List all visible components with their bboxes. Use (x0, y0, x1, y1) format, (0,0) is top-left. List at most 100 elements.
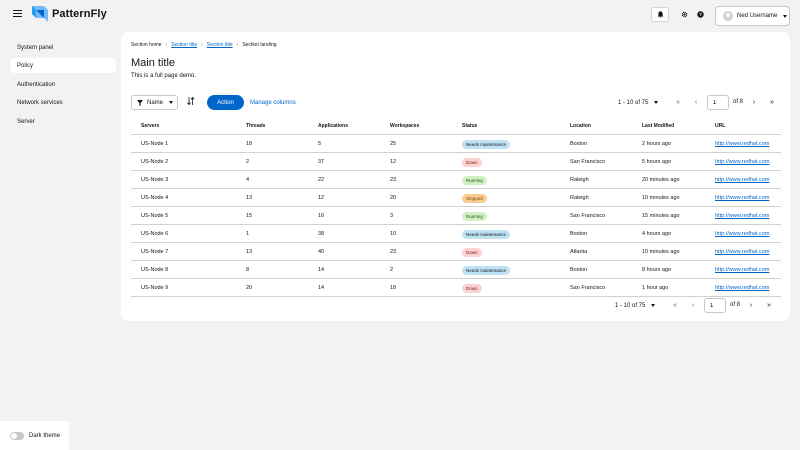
status-badge: Down (462, 247, 482, 257)
cell-workspaces: 18 (390, 285, 397, 291)
sidebar: System panel Policy Authentication Netwo… (0, 32, 121, 450)
hamburger-menu-icon[interactable] (13, 10, 22, 19)
cell-status: Down (462, 279, 482, 297)
cell-applications: 40 (318, 249, 325, 255)
breadcrumb-current: Section landing (242, 42, 277, 48)
url-link[interactable]: http://www.redhat.com (715, 177, 769, 183)
url-link[interactable]: http://www.redhat.com (715, 159, 769, 165)
table-body: US-Node 1 18 5 25 Needs maintenance Boston 2 h… (131, 135, 781, 297)
cell-threads: 20 (246, 285, 253, 291)
column-header-location[interactable]: Location (570, 117, 591, 135)
url-link[interactable]: http://www.redhat.com (715, 285, 769, 291)
pagination-range-toggle[interactable]: 1 - 10 of 75 (618, 100, 659, 106)
pagination-range-toggle[interactable]: 1 - 10 of 75 (615, 302, 656, 309)
cell-workspaces: 23 (390, 249, 397, 255)
page-number-input[interactable] (704, 298, 726, 313)
sort-button[interactable] (187, 96, 197, 107)
settings-button[interactable] (677, 7, 692, 22)
cell-server: US-Node 8 (141, 267, 169, 273)
cell-last-modified: 5 hours ago (642, 159, 672, 165)
table-header: Servers Threads Applications Workspaces … (131, 117, 781, 135)
last-page-icon[interactable]: » (765, 301, 773, 309)
status-badge: Needs maintenance (462, 265, 511, 275)
cell-url: http://www.redhat.com (715, 225, 781, 243)
breadcrumb-item[interactable]: Section home (131, 42, 162, 48)
url-link[interactable]: http://www.redhat.com (715, 231, 769, 237)
column-header-applications[interactable]: Applications (318, 117, 348, 135)
cell-applications: 5 (318, 141, 322, 147)
cell-url: http://www.redhat.com (715, 171, 781, 189)
action-button[interactable]: Action (207, 95, 244, 110)
column-header-workspaces[interactable]: Workspaces (390, 117, 419, 135)
cell-status: Running (462, 207, 487, 225)
url-link[interactable]: http://www.redhat.com (715, 249, 769, 255)
notifications-button[interactable] (651, 7, 669, 22)
url-link[interactable]: http://www.redhat.com (715, 141, 769, 147)
cell-location: San Francisco (570, 213, 606, 219)
sidebar-item-system-panel[interactable]: System panel (10, 40, 116, 55)
page-number-input[interactable] (707, 95, 729, 110)
page-count-label: of 8 (733, 99, 744, 105)
pagination-range: 1 - 10 of 75 (615, 302, 646, 309)
manage-columns-button[interactable]: Manage columns (250, 95, 296, 110)
cell-workspaces: 2 (390, 267, 394, 273)
page-subtitle: This is a full page demo. (131, 73, 197, 79)
previous-page-icon[interactable]: ‹ (692, 98, 700, 106)
cell-last-modified: 20 minutes ago (642, 177, 680, 183)
cell-threads: 8 (246, 267, 250, 273)
caret-down-icon (169, 101, 174, 104)
column-header-servers[interactable]: Servers (141, 117, 159, 135)
sidebar-item-network-services[interactable]: Network services (10, 95, 116, 110)
help-icon: ? (697, 11, 704, 18)
dark-theme-label: Dark theme (29, 432, 61, 439)
column-header-threads[interactable]: Threads (246, 117, 265, 135)
cell-status: Down (462, 243, 482, 261)
cell-url: http://www.redhat.com (715, 279, 781, 297)
sidebar-item-policy[interactable]: Policy (10, 58, 116, 73)
cell-location: Boston (570, 231, 588, 237)
user-menu-toggle[interactable]: Ned Username (715, 6, 790, 26)
cell-url: http://www.redhat.com (715, 135, 781, 153)
status-badge: Down (462, 157, 482, 167)
cell-applications: 14 (318, 285, 325, 291)
table-row: US-Node 7 13 40 23 Down Atlanta 10 minutes ago… (131, 243, 781, 261)
chevron-right-icon: › (236, 42, 239, 48)
breadcrumb-item[interactable]: Section title (207, 42, 233, 48)
cell-last-modified: 4 hours ago (642, 231, 672, 237)
first-page-icon[interactable]: « (674, 98, 682, 106)
table-row: US-Node 8 8 14 2 Needs maintenance Boston 8 ho… (131, 261, 781, 279)
gear-icon (681, 11, 688, 18)
status-badge: Running (462, 175, 487, 185)
filter-select[interactable]: Name (131, 95, 178, 110)
cell-server: US-Node 7 (141, 249, 169, 255)
column-header-status[interactable]: Status (462, 117, 477, 135)
cell-server: US-Node 4 (141, 195, 169, 201)
caret-down-icon (651, 304, 656, 307)
sidebar-item-authentication[interactable]: Authentication (10, 77, 116, 92)
next-page-icon[interactable]: › (750, 98, 758, 106)
first-page-icon[interactable]: « (671, 301, 679, 309)
url-link[interactable]: http://www.redhat.com (715, 267, 769, 273)
url-link[interactable]: http://www.redhat.com (715, 213, 769, 219)
column-header-last-modified[interactable]: Last Modified (642, 117, 674, 135)
masthead: PatternFly ? Ned Username (0, 0, 800, 32)
cell-location: San Francisco (570, 285, 606, 291)
breadcrumb-item[interactable]: Section title (171, 42, 197, 48)
column-header-url[interactable]: URL (715, 117, 781, 135)
last-page-icon[interactable]: » (768, 98, 776, 106)
cell-server: US-Node 5 (141, 213, 169, 219)
url-link[interactable]: http://www.redhat.com (715, 195, 769, 201)
cell-url: http://www.redhat.com (715, 189, 781, 207)
cell-server: US-Node 1 (141, 141, 169, 147)
cell-threads: 18 (246, 141, 253, 147)
brand-logo[interactable]: PatternFly (32, 6, 107, 22)
next-page-icon[interactable]: › (747, 301, 755, 309)
cell-threads: 13 (246, 195, 253, 201)
dark-theme-switch[interactable] (10, 431, 24, 440)
cell-url: http://www.redhat.com (715, 153, 781, 171)
cell-last-modified: 8 hours ago (642, 267, 672, 273)
help-button[interactable]: ? (693, 7, 708, 22)
sidebar-item-server[interactable]: Server (10, 114, 116, 129)
previous-page-icon[interactable]: ‹ (689, 301, 697, 309)
cell-status: Running (462, 171, 487, 189)
